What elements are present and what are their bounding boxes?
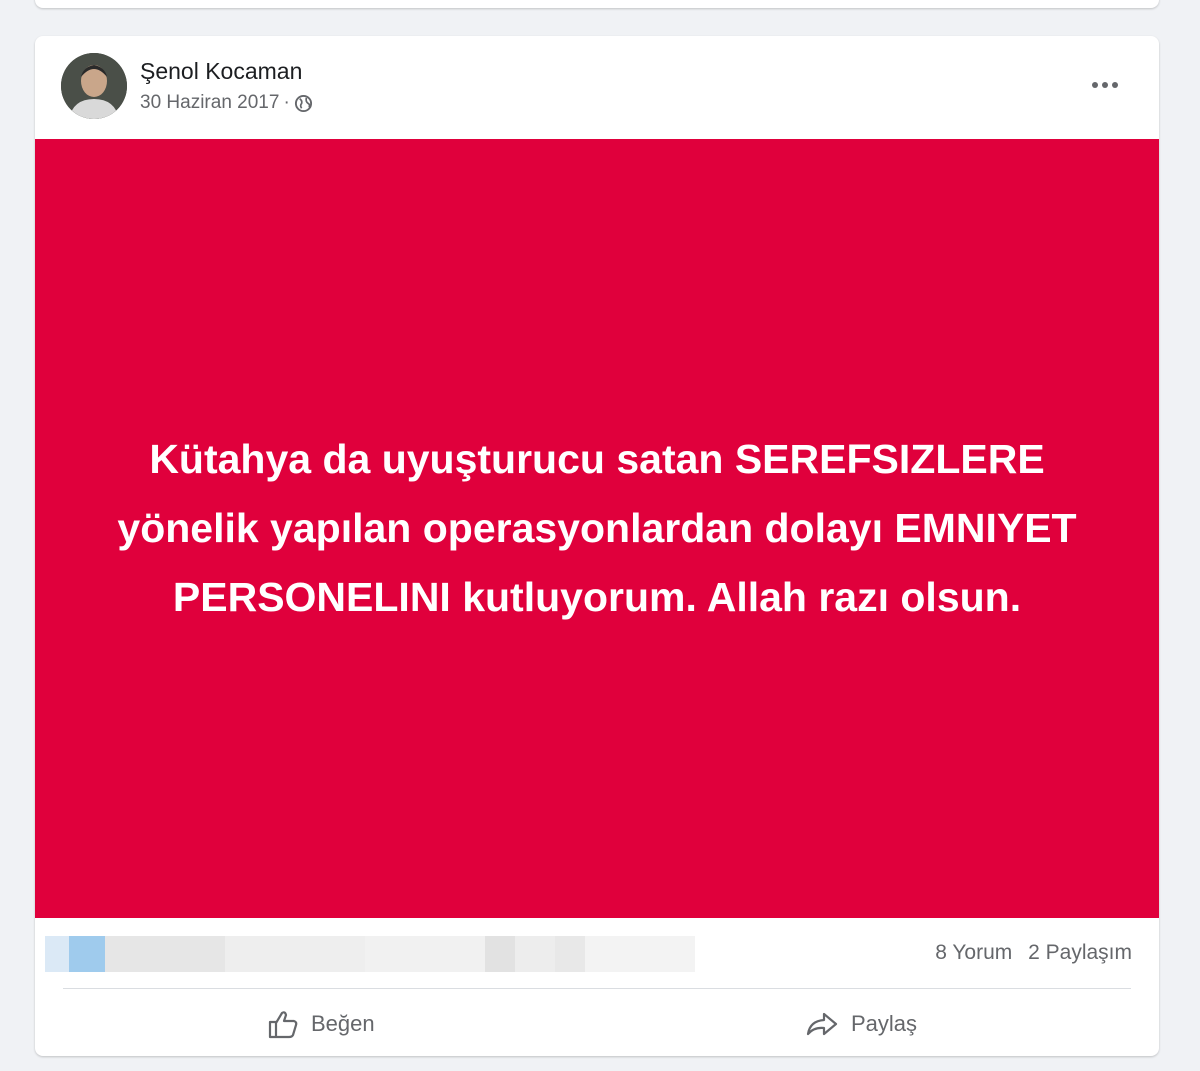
meta-separator: ·: [283, 92, 290, 113]
share-label: Paylaş: [851, 1011, 918, 1036]
avatar[interactable]: [61, 53, 127, 119]
post-card: Şenol Kocaman 30 Haziran 2017 · Kütahya …: [35, 36, 1159, 1056]
more-options-icon: [1092, 82, 1118, 88]
share-count[interactable]: 2 Paylaşım: [1028, 941, 1132, 964]
globe-icon: [294, 94, 313, 113]
like-label: Beğen: [311, 1011, 375, 1036]
post-image-text: Kütahya da uyuşturucu satan SEREFSIZLERE…: [117, 436, 1077, 620]
share-arrow-icon: [806, 1012, 838, 1036]
share-button[interactable]: Paylaş: [805, 1006, 917, 1042]
like-button[interactable]: Beğen: [267, 1006, 375, 1042]
reactions-summary[interactable]: [45, 936, 695, 972]
post-date[interactable]: 30 Haziran 2017: [140, 92, 279, 114]
previous-post-card: [35, 0, 1159, 8]
post-meta: 30 Haziran 2017 ·: [140, 92, 313, 114]
comment-count[interactable]: 8 Yorum: [935, 941, 1012, 964]
author-name[interactable]: Şenol Kocaman: [140, 58, 302, 85]
more-options-button[interactable]: [1083, 70, 1127, 100]
divider: [63, 988, 1131, 989]
post-counts: 8 Yorum 2 Paylaşım: [925, 941, 1132, 965]
thumbs-up-icon: [268, 1011, 298, 1039]
post-image[interactable]: Kütahya da uyuşturucu satan SEREFSIZLERE…: [35, 139, 1159, 918]
